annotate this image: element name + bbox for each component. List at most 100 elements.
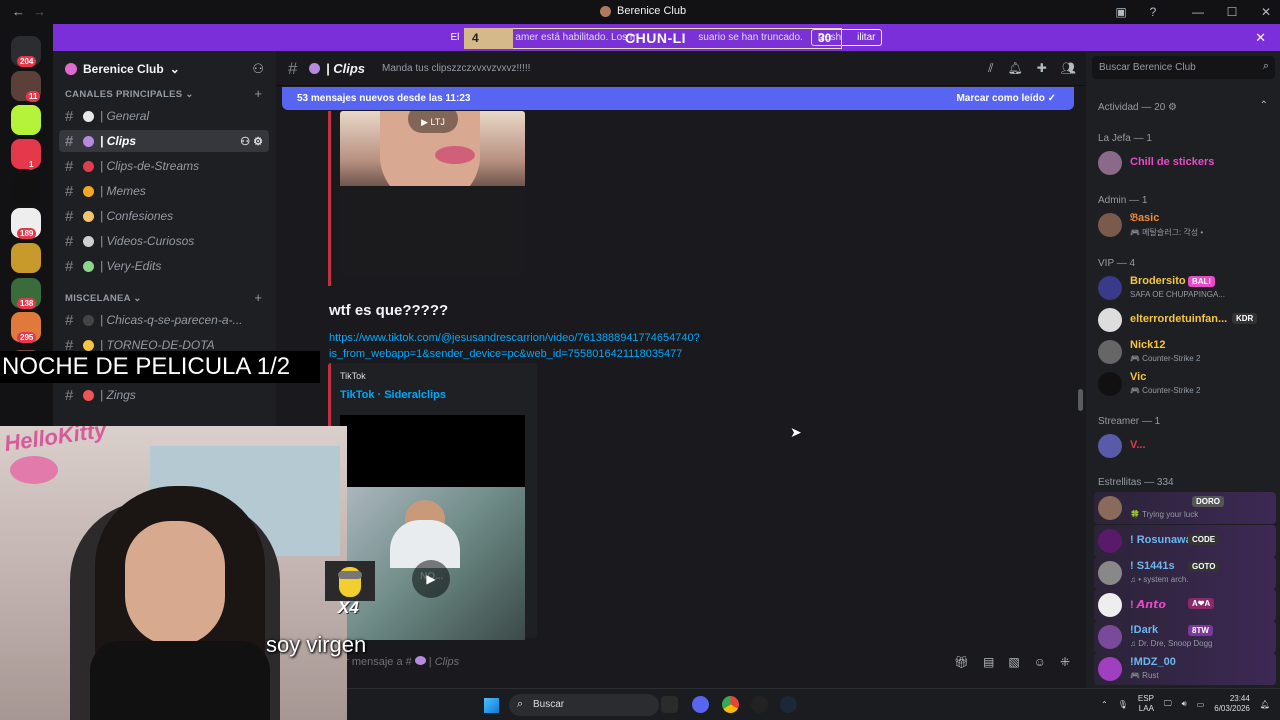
- channel-item-clips-de-streams[interactable]: # | Clips-de-Streams: [59, 155, 269, 177]
- add-channel-misc-icon[interactable]: +: [254, 290, 262, 305]
- mic-icon[interactable]: 🎙︎: [1118, 700, 1128, 709]
- channel-item-general[interactable]: # | General: [59, 105, 269, 127]
- file-explorer-icon[interactable]: [661, 696, 678, 713]
- hash-icon: #: [65, 182, 74, 200]
- activity-header[interactable]: Actividad — 20 ⚙: [1098, 102, 1177, 113]
- embed-video[interactable]: NO... ▶: [340, 415, 525, 640]
- video-jacket: [340, 186, 525, 276]
- mark-as-read-button[interactable]: Marcar como leído ✓: [956, 93, 1056, 104]
- server-icon-7[interactable]: [11, 243, 41, 273]
- server-search[interactable]: Buscar Berenice Club ⌕: [1092, 56, 1275, 79]
- channel-item-confesiones[interactable]: # | Confesiones: [59, 205, 269, 227]
- discord-icon[interactable]: [692, 696, 709, 713]
- message-composer[interactable]: ar mensaje a # | Clips 🎁︎ ▤ ▧ ☺ ⁜: [329, 648, 1076, 678]
- member-item[interactable]: V...: [1094, 430, 1276, 462]
- member-item[interactable]: elterrordetuinfan... KDR: [1094, 304, 1276, 336]
- channel-emoji-small-icon: [414, 656, 426, 665]
- help-icon[interactable]: ?: [1146, 5, 1160, 19]
- members-icon[interactable]: 👥︎: [1061, 61, 1076, 76]
- new-messages-bar[interactable]: 53 mensajes nuevos desde las 11:23 Marca…: [282, 87, 1074, 110]
- pin-icon[interactable]: ✚: [1037, 61, 1047, 76]
- channel-emoji-icon: [83, 135, 94, 147]
- maximize-button[interactable]: ☐: [1218, 5, 1246, 19]
- steam-icon[interactable]: [780, 696, 797, 713]
- member-item[interactable]: ! S1441s ♫ • system arch. GOTO: [1094, 557, 1276, 589]
- embed-title[interactable]: TikTok · Sideralclips: [340, 389, 446, 401]
- member-name: elterrordetuinfan...: [1130, 313, 1228, 325]
- add-member-icon[interactable]: ⚇: [252, 61, 264, 77]
- link-line-1[interactable]: https://www.tiktok.com/@jesusandrescarri…: [329, 330, 729, 346]
- channel-label: | Clips-de-Streams: [100, 159, 200, 173]
- member-item[interactable]: Vic 🎮 Counter-Strike 2: [1094, 368, 1276, 400]
- stream-title-overlay: NOCHE DE PELICULA 1/2: [0, 351, 320, 383]
- windows-start-icon[interactable]: [484, 698, 499, 713]
- forward-icon[interactable]: →: [33, 4, 46, 19]
- video-play-icon[interactable]: ▶ LTJ: [408, 111, 458, 133]
- close-banner-icon[interactable]: ✕: [1255, 30, 1266, 46]
- channel-item-clips[interactable]: # | Clips ⚇ ⚙: [59, 130, 269, 152]
- scrollbar[interactable]: [1078, 389, 1083, 411]
- member-item[interactable]: 𝔅asic 🎮 메탈슬러그: 각성 •: [1094, 209, 1276, 241]
- server-name: Berenice Club: [83, 62, 164, 76]
- message-link[interactable]: https://www.tiktok.com/@jesusandrescarri…: [329, 330, 729, 362]
- threads-icon[interactable]: ⫽: [988, 61, 993, 76]
- notification-icon[interactable]: 🔔︎: [1260, 700, 1270, 709]
- inbox-icon[interactable]: ▣: [1114, 5, 1128, 19]
- chrome-icon[interactable]: [722, 696, 739, 713]
- apps-icon[interactable]: ⁜: [1060, 655, 1070, 669]
- server-icon-3[interactable]: [11, 105, 41, 135]
- volume-icon[interactable]: 🔊︎: [1182, 699, 1187, 709]
- channel-settings-icon[interactable]: ⚇ ⚙: [240, 135, 263, 148]
- server-icon-5[interactable]: [11, 174, 41, 204]
- add-channel-icon[interactable]: +: [254, 86, 262, 101]
- overlay-center-label: CHUN-LI: [625, 30, 687, 46]
- member-item[interactable]: 🍀 Trying your luck DORO: [1094, 492, 1276, 524]
- category-principal[interactable]: CANALES PRINCIPALES ⌄: [65, 89, 194, 100]
- search-icon[interactable]: ⌕: [1263, 60, 1269, 73]
- embed-provider: TikTok: [340, 371, 366, 381]
- play-icon[interactable]: ▶: [412, 560, 450, 598]
- minimize-button[interactable]: —: [1184, 5, 1212, 19]
- member-item[interactable]: !Dark ♫ Dr. Dre, Snoop Dogg 8TW: [1094, 621, 1276, 653]
- network-icon[interactable]: 🖵︎: [1164, 699, 1172, 709]
- video-attachment[interactable]: ▶ LTJ: [340, 111, 525, 276]
- back-icon[interactable]: ←: [12, 4, 25, 19]
- channel-item-chicas-q-se-parecen-a[interactable]: # | Chicas-q-se-parecen-a-...: [59, 309, 269, 331]
- clock-time: 23:44: [1229, 694, 1250, 703]
- clock[interactable]: 23:44 6/03/2026: [1214, 694, 1250, 714]
- avatar: [1098, 308, 1122, 332]
- member-name: ! Rosunawa: [1130, 534, 1192, 546]
- channel-item-zings[interactable]: # | Zings: [59, 384, 269, 406]
- battery-icon[interactable]: ▭: [1197, 700, 1205, 709]
- server-name-header[interactable]: Berenice Club ⌄: [65, 62, 180, 76]
- new-messages-text: 53 mensajes nuevos desde las 11:23: [297, 93, 471, 104]
- chevron-down-icon: ⌄: [169, 62, 180, 76]
- member-item[interactable]: Chill de stickers: [1094, 147, 1276, 179]
- category-misc[interactable]: MISCELANEA ⌄: [65, 293, 142, 304]
- gif-icon[interactable]: ▤: [983, 655, 994, 669]
- avatar: [1098, 657, 1122, 681]
- link-line-2[interactable]: is_from_webapp=1&sender_device=pc&web_id…: [329, 346, 729, 362]
- language-indicator[interactable]: ESP LAA: [1138, 694, 1154, 714]
- member-item[interactable]: ! Rosunawa CODE: [1094, 525, 1276, 557]
- member-item[interactable]: Nick12 🎮 Counter-Strike 2: [1094, 336, 1276, 368]
- channel-label: | Zings: [100, 388, 136, 402]
- obs-icon[interactable]: [751, 696, 768, 713]
- search-placeholder[interactable]: Buscar Berenice Club: [1099, 62, 1196, 73]
- taskbar-search[interactable]: ⌕ Buscar: [509, 694, 659, 716]
- bell-icon[interactable]: 🔔︎: [1007, 61, 1022, 76]
- member-item[interactable]: !MDZ_00 🎮 Rust: [1094, 653, 1276, 685]
- member-item[interactable]: ! 𝘼𝙣𝙩𝙤 A❤A: [1094, 589, 1276, 621]
- channel-item-very-edits[interactable]: # | Very-Edits: [59, 255, 269, 277]
- sticker-icon[interactable]: ▧: [1008, 655, 1019, 669]
- tray-chevron-icon[interactable]: ⌃: [1101, 700, 1108, 709]
- channel-emoji-icon: [309, 63, 320, 74]
- emoji-icon[interactable]: ☺: [1034, 655, 1046, 669]
- channel-item-videos-curiosos[interactable]: # | Videos-Curiosos: [59, 230, 269, 252]
- close-window-button[interactable]: ✕: [1252, 5, 1280, 19]
- gift-icon[interactable]: 🎁︎: [954, 655, 969, 669]
- channel-item-memes[interactable]: # | Memes: [59, 180, 269, 202]
- chevron-up-icon[interactable]: ⌃: [1260, 100, 1268, 111]
- avatar: [1098, 529, 1122, 553]
- member-item[interactable]: Brodersito SAFA OE CHUPAPINGA... BALI: [1094, 272, 1276, 304]
